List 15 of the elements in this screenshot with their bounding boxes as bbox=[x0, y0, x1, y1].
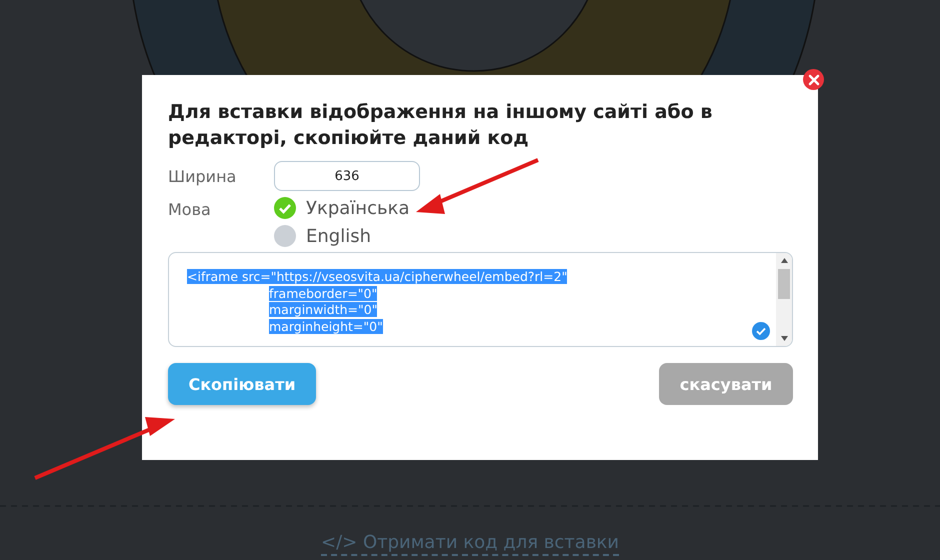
cancel-button[interactable]: скасувати bbox=[659, 363, 793, 405]
copy-button[interactable]: Скопіювати bbox=[168, 363, 316, 405]
embed-code-link[interactable]: </> Отримати код для вставки bbox=[321, 532, 619, 556]
field-label: Ширина bbox=[168, 166, 238, 186]
scroll-up-icon[interactable] bbox=[780, 258, 788, 263]
language-radio[interactable]: English bbox=[274, 225, 410, 247]
field-label: Мова bbox=[168, 200, 212, 219]
scroll-thumb[interactable] bbox=[778, 269, 790, 299]
width-input[interactable]: 636 bbox=[274, 161, 420, 191]
scroll-down-icon[interactable] bbox=[780, 336, 788, 341]
check-badge-icon bbox=[752, 322, 770, 340]
close-icon[interactable] bbox=[803, 69, 824, 90]
dialog-title: Для вставки відображення на іншому сайті або в редакторі, скопіюйте даний код bbox=[168, 100, 714, 151]
code-textarea[interactable]: <iframe src="https://vseosvita.ua/cipherwheel/embed?rl=2" frameborder="0" marginwidth="0" marginheight="0" bbox=[168, 252, 793, 347]
language-radio[interactable]: Українська bbox=[274, 197, 410, 219]
